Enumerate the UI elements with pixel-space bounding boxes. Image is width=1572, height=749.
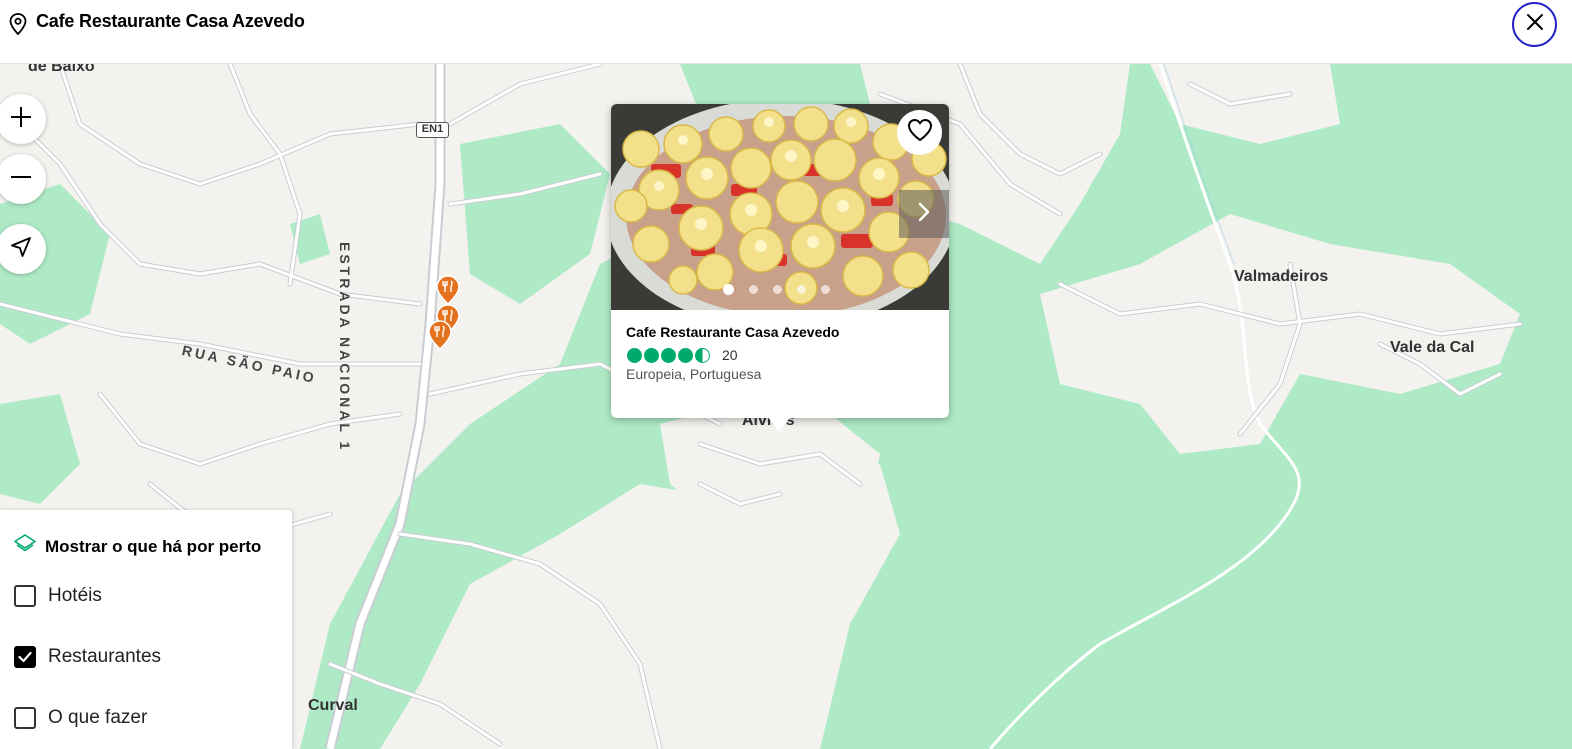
filter-option-restaurants[interactable]: Restaurantes — [14, 646, 161, 668]
restaurants-checkbox[interactable] — [14, 646, 36, 668]
pagination-dot[interactable] — [773, 285, 782, 294]
photo-pagination-dots — [723, 284, 830, 295]
filter-label: Restaurantes — [48, 646, 162, 667]
pagination-dot[interactable] — [821, 285, 830, 294]
restaurant-name[interactable]: Cafe Restaurante Casa Azevedo — [626, 324, 839, 340]
nearby-title: Mostrar o que há por perto — [45, 536, 262, 556]
heart-icon — [907, 118, 933, 147]
restaurant-card[interactable]: Cafe Restaurante Casa Azevedo 20 Europei… — [611, 104, 949, 432]
pagination-dot[interactable] — [797, 285, 806, 294]
restaurant-photo[interactable] — [611, 104, 949, 310]
card-pointer — [767, 416, 791, 432]
rating-bubble-half — [695, 347, 710, 363]
pagination-dot[interactable] — [749, 285, 758, 294]
close-icon — [1526, 13, 1544, 36]
review-count[interactable]: 20 — [722, 347, 738, 363]
next-photo-button[interactable] — [899, 190, 949, 238]
hotels-checkbox[interactable] — [14, 585, 36, 607]
rating-bubble — [678, 347, 693, 363]
rating-bubble — [661, 347, 676, 363]
save-favorite-button[interactable] — [897, 110, 942, 155]
filter-label: O que fazer — [48, 707, 148, 728]
plus-icon — [9, 105, 33, 134]
map-label-curval: Curval — [308, 697, 358, 714]
chevron-right-icon — [917, 201, 931, 228]
minus-icon — [9, 165, 33, 194]
map-label-valmadeiros: Valmadeiros — [1234, 268, 1329, 285]
location-pin-icon — [8, 12, 28, 36]
layers-icon — [13, 532, 37, 561]
header-bar: Cafe Restaurante Casa Azevedo — [0, 0, 1572, 64]
navigation-arrow-icon — [9, 235, 33, 264]
road-shield-en1: EN1 — [416, 122, 449, 138]
pagination-dot[interactable] — [723, 284, 734, 295]
filter-label: Hotéis — [48, 585, 102, 606]
cuisine-type: Europeia, Portuguesa — [626, 366, 762, 382]
nearby-filter-panel: Mostrar o que há por perto Hotéis Restau… — [0, 510, 292, 749]
page-title: Cafe Restaurante Casa Azevedo — [36, 11, 305, 31]
restaurant-marker[interactable] — [436, 275, 460, 306]
rating-bubble — [644, 347, 659, 363]
things-to-do-checkbox[interactable] — [14, 707, 36, 729]
checkmark-icon — [18, 651, 32, 663]
filter-option-hotels[interactable]: Hotéis — [14, 585, 102, 607]
map-label-vale-da-cal: Vale da Cal — [1390, 339, 1475, 356]
close-button[interactable] — [1512, 2, 1557, 47]
rating-bubble — [627, 347, 642, 363]
nearby-header[interactable]: Mostrar o que há por perto — [13, 532, 261, 561]
map-label-estrada-nacional: ESTRADA NACIONAL 1 — [337, 242, 353, 453]
map-label-de-baixo: de Baixo — [28, 64, 95, 75]
rating-bubbles: 20 — [627, 347, 738, 363]
restaurant-marker[interactable] — [428, 320, 452, 351]
filter-option-things-to-do[interactable]: O que fazer — [14, 707, 147, 729]
